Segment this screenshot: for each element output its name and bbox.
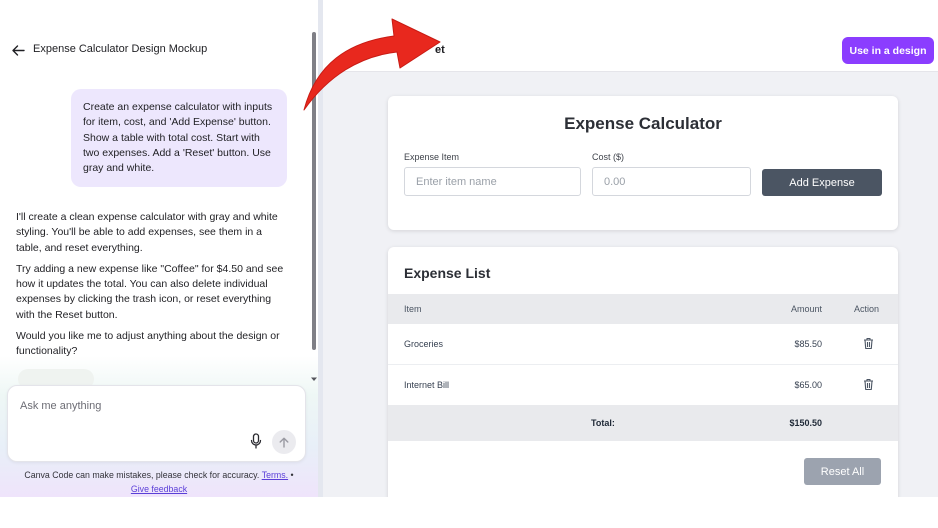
add-expense-button[interactable]: Add Expense bbox=[762, 169, 882, 196]
calculator-card: Expense Calculator Expense Item Cost ($)… bbox=[388, 96, 898, 230]
total-label: Total: bbox=[591, 418, 615, 428]
chat-header: Expense Calculator Design Mockup bbox=[0, 34, 318, 66]
total-value: $150.50 bbox=[789, 418, 822, 428]
give-feedback-link[interactable]: Give feedback bbox=[131, 484, 187, 494]
arrow-left-icon bbox=[11, 44, 25, 56]
row-amount: $65.00 bbox=[794, 380, 822, 390]
delete-button[interactable] bbox=[862, 377, 874, 391]
column-header-action: Action bbox=[854, 304, 880, 314]
preview-title: et bbox=[435, 44, 445, 56]
chat-input[interactable] bbox=[20, 400, 290, 412]
arrow-up-icon bbox=[279, 437, 289, 448]
expense-item-input[interactable] bbox=[404, 167, 581, 196]
assistant-paragraph: I'll create a clean expense calculator w… bbox=[16, 211, 278, 254]
table-total-row: Total: $150.50 bbox=[388, 405, 898, 441]
chat-title: Expense Calculator Design Mockup bbox=[33, 43, 208, 55]
bullet-separator: • bbox=[290, 470, 294, 480]
assistant-message: I'll create a clean expense calculator w… bbox=[16, 210, 290, 366]
reset-all-button[interactable]: Reset All bbox=[804, 458, 881, 485]
row-amount: $85.50 bbox=[794, 339, 822, 349]
table-row: Groceries $85.50 bbox=[388, 324, 898, 364]
microphone-icon bbox=[250, 433, 262, 449]
chat-scrollbar[interactable] bbox=[312, 32, 316, 350]
table-row: Internet Bill $65.00 bbox=[388, 364, 898, 404]
send-button[interactable] bbox=[272, 430, 296, 454]
cost-label: Cost ($) bbox=[592, 152, 625, 162]
column-header-amount: Amount bbox=[790, 304, 822, 314]
chat-input-box bbox=[7, 385, 306, 462]
delete-button[interactable] bbox=[862, 336, 874, 350]
preview-topbar: et Use in a design bbox=[323, 0, 938, 72]
chevron-down-icon[interactable] bbox=[310, 375, 318, 383]
calculator-title: Expense Calculator bbox=[564, 114, 722, 133]
row-item: Groceries bbox=[404, 339, 444, 349]
table-header: Item Amount Action bbox=[388, 294, 898, 324]
expense-item-label: Expense Item bbox=[404, 152, 460, 162]
terms-link[interactable]: Terms. bbox=[262, 470, 288, 480]
trash-icon bbox=[863, 378, 873, 390]
microphone-button[interactable] bbox=[248, 431, 264, 451]
disclaimer: Canva Code can make mistakes, please che… bbox=[0, 468, 318, 496]
disclaimer-text: Canva Code can make mistakes, please che… bbox=[24, 470, 260, 480]
trash-icon bbox=[863, 337, 873, 349]
expense-list-card: Expense List Item Amount Action Grocerie… bbox=[388, 247, 898, 497]
cost-input[interactable] bbox=[592, 167, 751, 196]
back-button[interactable] bbox=[8, 40, 28, 60]
row-item: Internet Bill bbox=[404, 380, 450, 390]
user-message: Create an expense calculator with inputs… bbox=[71, 89, 287, 187]
use-in-design-button[interactable]: Use in a design bbox=[842, 37, 934, 64]
chat-panel: Expense Calculator Design Mockup Create … bbox=[0, 0, 318, 497]
expense-list-title: Expense List bbox=[404, 265, 491, 281]
assistant-paragraph: Try adding a new expense like "Coffee" f… bbox=[16, 262, 284, 321]
preview-panel: et Use in a design Expense Calculator Ex… bbox=[323, 0, 938, 497]
column-header-item: Item bbox=[404, 304, 422, 314]
app-window: Expense Calculator Design Mockup Create … bbox=[0, 0, 938, 528]
